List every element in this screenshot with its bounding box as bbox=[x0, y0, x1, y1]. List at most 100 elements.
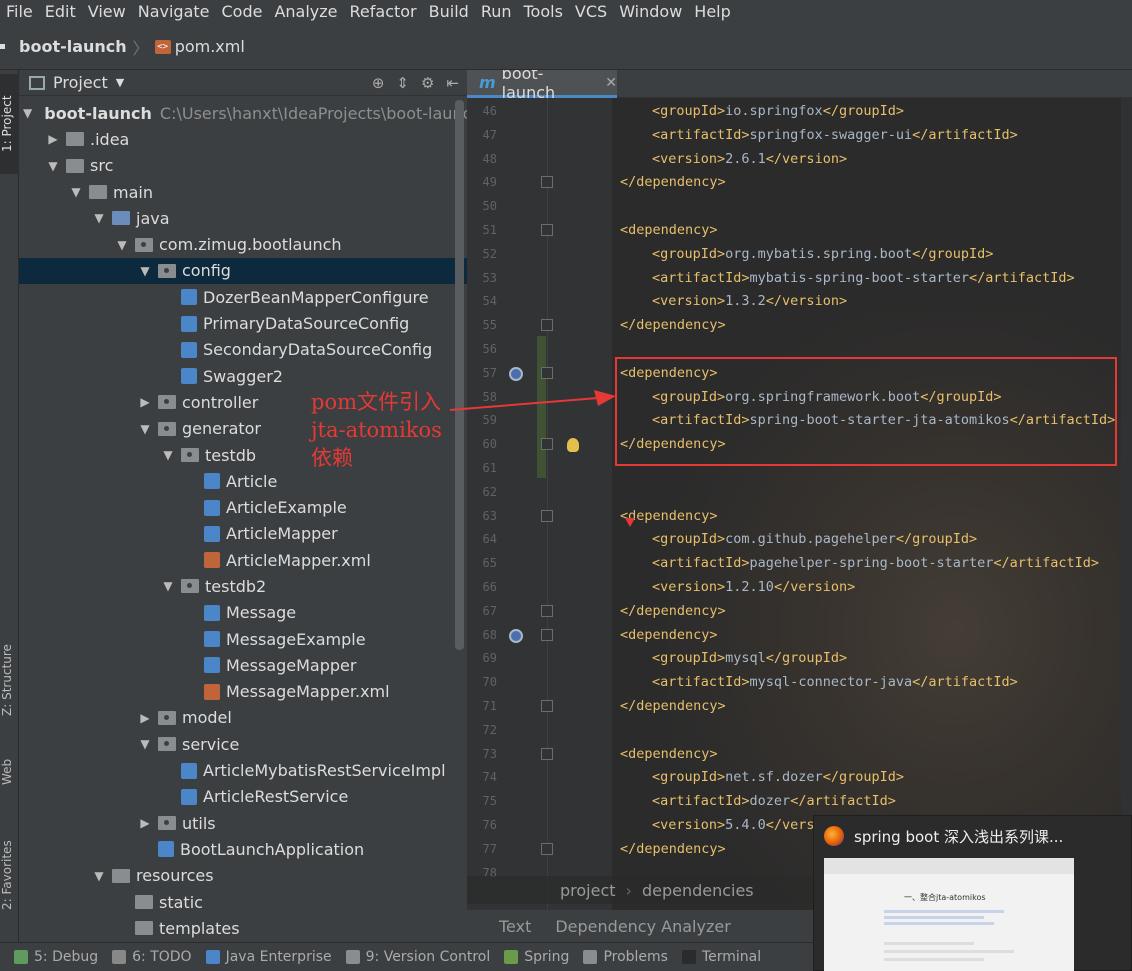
tree-item[interactable]: ArticleExample bbox=[19, 494, 467, 520]
breadcrumb-dependencies[interactable]: dependencies bbox=[642, 881, 754, 900]
code-line[interactable]: 75 <artifactId>dozer</artifactId> bbox=[467, 790, 1132, 814]
code-line[interactable]: 48 <version>2.6.1</version> bbox=[467, 148, 1132, 172]
maven-dependency-icon[interactable] bbox=[509, 628, 523, 643]
tree-item[interactable]: MessageMapper.xml bbox=[19, 679, 467, 705]
tree-item[interactable]: ▼ config bbox=[19, 257, 467, 285]
tree-item[interactable]: ArticleRestService bbox=[19, 784, 467, 810]
expand-arrow-icon[interactable]: ▼ bbox=[138, 737, 152, 751]
collapse-arrow-icon[interactable]: ▶ bbox=[138, 816, 152, 830]
tree-item[interactable]: MessageExample bbox=[19, 626, 467, 652]
code-line[interactable]: 55 </dependency> bbox=[467, 314, 1132, 338]
menu-item[interactable]: Run bbox=[475, 0, 518, 24]
tree-item[interactable]: Swagger2 bbox=[19, 363, 467, 389]
menu-item[interactable]: Window bbox=[613, 0, 688, 24]
tree-item[interactable]: ▼ testdb2 bbox=[19, 573, 467, 599]
tree-item[interactable]: ▶ utils bbox=[19, 810, 467, 836]
expand-arrow-icon[interactable]: ▼ bbox=[138, 264, 152, 278]
editor-tab-pom[interactable]: m boot-launch ✕ bbox=[467, 70, 617, 102]
tree-item[interactable]: ▼ main bbox=[19, 179, 467, 205]
menu-item[interactable]: Analyze bbox=[268, 0, 343, 24]
tool-window-button[interactable]: 9: Version Control bbox=[345, 949, 490, 965]
fold-marker-icon[interactable] bbox=[541, 628, 553, 641]
breadcrumb-project[interactable]: project bbox=[560, 881, 616, 900]
expand-arrow-icon[interactable]: ▼ bbox=[23, 106, 32, 120]
expand-arrow-icon[interactable]: ▼ bbox=[46, 159, 60, 173]
nav-project-crumb[interactable]: boot-launch bbox=[19, 37, 127, 56]
tool-window-button[interactable]: Spring bbox=[504, 949, 569, 965]
chevron-down-icon[interactable]: ▼ bbox=[116, 76, 124, 89]
fold-marker-icon[interactable] bbox=[541, 604, 553, 617]
nav-file-crumb[interactable]: pom.xml bbox=[175, 37, 245, 56]
menu-item[interactable]: VCS bbox=[569, 0, 613, 24]
code-line[interactable]: 72 bbox=[467, 719, 1132, 743]
code-line[interactable]: 46 <groupId>io.springfox</groupId> bbox=[467, 100, 1132, 124]
expand-arrow-icon[interactable]: ▼ bbox=[115, 238, 129, 252]
code-line[interactable]: 70 <artifactId>mysql-connector-java</arti… bbox=[467, 671, 1132, 695]
tree-item[interactable]: BootLaunchApplication bbox=[19, 836, 467, 862]
fold-marker-icon[interactable] bbox=[541, 842, 553, 855]
menu-item[interactable]: Help bbox=[688, 0, 736, 24]
code-line[interactable]: 69 <groupId>mysql</groupId> bbox=[467, 647, 1132, 671]
tree-item[interactable]: ▼ resources bbox=[19, 863, 467, 889]
tool-window-button[interactable]: Terminal bbox=[681, 949, 761, 965]
expand-arrow-icon[interactable]: ▼ bbox=[92, 211, 106, 225]
menu-item[interactable]: Navigate bbox=[132, 0, 216, 24]
code-line[interactable]: 65 <artifactId>pagehelper-spring-boot-sta… bbox=[467, 552, 1132, 576]
menu-item[interactable]: File bbox=[0, 0, 39, 24]
menu-item[interactable]: Build bbox=[423, 0, 475, 24]
code-line[interactable]: 50 bbox=[467, 195, 1132, 219]
tree-item[interactable]: DozerBeanMapperConfigure bbox=[19, 284, 467, 310]
tree-item[interactable]: SecondaryDataSourceConfig bbox=[19, 337, 467, 363]
expand-arrow-icon[interactable]: ▼ bbox=[161, 448, 175, 462]
tool-window-button[interactable]: Java Enterprise bbox=[205, 949, 332, 965]
code-line[interactable]: 49 </dependency> bbox=[467, 171, 1132, 195]
code-line[interactable]: 74 <groupId>net.sf.dozer</groupId> bbox=[467, 766, 1132, 790]
tree-item[interactable]: ▶ model bbox=[19, 705, 467, 731]
tab-web[interactable]: Web bbox=[0, 752, 19, 792]
tree-item[interactable]: ▼ service bbox=[19, 731, 467, 757]
code-line[interactable]: 52 <groupId>org.mybatis.spring.boot</grou… bbox=[467, 243, 1132, 267]
menu-item[interactable]: Code bbox=[216, 0, 269, 24]
code-line[interactable]: 66 <version>1.2.10</version> bbox=[467, 576, 1132, 600]
code-line[interactable]: 73 <dependency> bbox=[467, 743, 1132, 767]
fold-marker-icon[interactable] bbox=[541, 366, 553, 379]
hide-panel-icon[interactable]: ⇤ bbox=[446, 74, 459, 92]
gear-icon[interactable]: ⚙ bbox=[421, 74, 434, 92]
code-line[interactable]: 62 bbox=[467, 481, 1132, 505]
tree-item[interactable]: ▶ .idea bbox=[19, 126, 467, 152]
fold-marker-icon[interactable] bbox=[541, 747, 553, 760]
tree-item[interactable]: ▼ src bbox=[19, 153, 467, 179]
expand-arrow-icon[interactable]: ▼ bbox=[161, 579, 175, 593]
maven-dependency-icon[interactable] bbox=[509, 366, 523, 381]
collapse-arrow-icon[interactable]: ▶ bbox=[138, 395, 152, 409]
project-view-selector[interactable]: Project bbox=[53, 73, 108, 92]
code-line[interactable]: 51 <dependency> bbox=[467, 219, 1132, 243]
code-line[interactable]: 68 <dependency> bbox=[467, 624, 1132, 648]
code-line[interactable]: 47 <artifactId>springfox-swagger-ui</arti… bbox=[467, 124, 1132, 148]
fold-marker-icon[interactable] bbox=[541, 319, 553, 332]
tree-item[interactable]: MessageMapper bbox=[19, 652, 467, 678]
collapse-arrow-icon[interactable]: ▶ bbox=[138, 711, 152, 725]
collapse-arrow-icon[interactable]: ▶ bbox=[46, 132, 60, 146]
collapse-all-icon[interactable]: ⇕ bbox=[396, 74, 409, 92]
fold-marker-icon[interactable] bbox=[541, 438, 553, 451]
tab-dependency-analyzer[interactable]: Dependency Analyzer bbox=[555, 917, 730, 936]
fold-marker-icon[interactable] bbox=[541, 700, 553, 712]
project-scrollbar[interactable] bbox=[455, 100, 464, 650]
fold-marker-icon[interactable] bbox=[541, 176, 553, 189]
preview-thumbnail[interactable]: 一、整合jta-atomikos bbox=[824, 858, 1074, 971]
tab-structure[interactable]: Z: Structure bbox=[0, 630, 19, 730]
tab-text[interactable]: Text bbox=[499, 917, 531, 936]
tree-item[interactable]: static bbox=[19, 889, 467, 915]
tree-item[interactable]: Article bbox=[19, 468, 467, 494]
code-line[interactable]: 67 </dependency> bbox=[467, 600, 1132, 624]
tab-favorites[interactable]: 2: Favorites bbox=[0, 830, 19, 920]
tree-item[interactable]: ArticleMapper bbox=[19, 521, 467, 547]
fold-marker-icon[interactable] bbox=[541, 224, 553, 236]
code-line[interactable]: 53 <artifactId>mybatis-spring-boot-starte… bbox=[467, 267, 1132, 291]
code-line[interactable]: 71 </dependency> bbox=[467, 695, 1132, 719]
close-icon[interactable]: ✕ bbox=[605, 75, 617, 91]
tool-window-button[interactable]: Problems bbox=[583, 949, 668, 965]
tool-window-button[interactable]: 6: TODO bbox=[112, 949, 192, 965]
code-line[interactable]: 64 <groupId>com.github.pagehelper</groupI… bbox=[467, 528, 1132, 552]
